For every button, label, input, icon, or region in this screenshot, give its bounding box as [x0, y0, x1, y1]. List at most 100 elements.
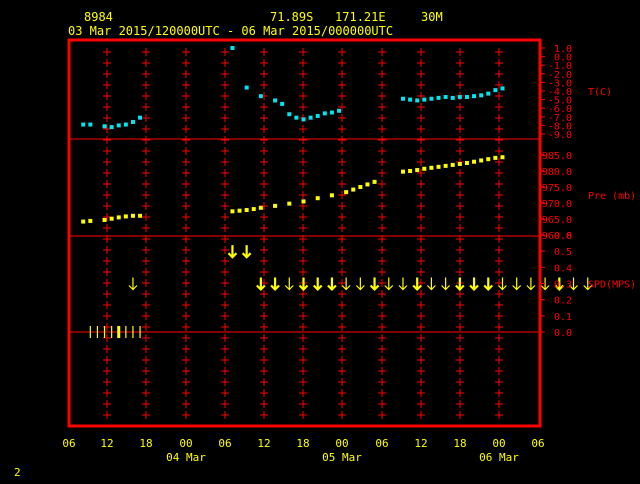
- pressure-point: [138, 213, 143, 218]
- x-tick-label: 06: [531, 437, 544, 450]
- pressure-point: [408, 169, 413, 173]
- x-tick-label: 00: [179, 437, 192, 450]
- plot-frame: [67, 38, 542, 428]
- y-tick-label: 0.0: [554, 328, 572, 339]
- pressure-point: [109, 216, 114, 221]
- temperature-point: [322, 111, 327, 116]
- temperature-point: [109, 125, 114, 130]
- pressure-point: [315, 196, 320, 201]
- x-date-label: 06 Mar: [479, 451, 519, 464]
- temperature-point: [472, 94, 477, 99]
- temperature-point: [273, 98, 278, 103]
- temperature-point: [294, 115, 299, 120]
- pressure-point: [422, 166, 427, 171]
- pressure-point: [436, 164, 441, 169]
- pressure-point: [102, 217, 107, 222]
- pressure-point: [450, 162, 455, 167]
- x-tick-label: 12: [100, 437, 113, 450]
- panel-label-pressure: Pre (mb): [588, 191, 636, 202]
- temperature-point: [116, 123, 121, 128]
- pressure-point: [372, 179, 377, 184]
- y-tick-label: 0.4: [554, 263, 572, 274]
- temperature-point: [450, 95, 455, 100]
- pressure-point: [464, 161, 469, 165]
- y-tick-label: 965.0: [542, 215, 572, 226]
- pressure-point: [443, 163, 448, 168]
- pressure-point: [479, 158, 484, 163]
- time-range: 03 Mar 2015/120000UTC - 06 Mar 2015/0000…: [68, 24, 393, 38]
- temperature-point: [287, 112, 292, 117]
- x-date-label: 05 Mar: [322, 451, 362, 464]
- y-tick-label: 975.0: [542, 183, 572, 194]
- x-tick-label: 18: [296, 437, 309, 450]
- pressure-point: [88, 218, 93, 223]
- temperature-point: [81, 122, 86, 127]
- x-tick-labels: 06 12 18 00 06 12 18 00 06 12 18 00 06 04 Mar 05 Mar 06…: [62, 437, 544, 464]
- pressure-point: [400, 169, 405, 174]
- temperature-point: [258, 94, 263, 99]
- x-tick-label: 06: [375, 437, 388, 450]
- temperature-point: [457, 95, 462, 100]
- y-tick-label: 0.1: [554, 312, 572, 323]
- y-tick-label: 0.6: [554, 231, 572, 242]
- pressure-point: [500, 155, 505, 160]
- pressure-point: [81, 219, 86, 224]
- x-tick-label: 12: [257, 437, 270, 450]
- pressure-point: [351, 187, 356, 192]
- grid-marks: [103, 48, 503, 419]
- temperature-point: [486, 91, 491, 96]
- y-tick-label: 985.0: [542, 151, 572, 162]
- temperature-point: [464, 95, 469, 100]
- station-location: 71.89S 171.21E: [270, 10, 386, 24]
- x-tick-label: 12: [414, 437, 427, 450]
- y-tick-label: 0.2: [554, 296, 572, 307]
- pressure-point: [116, 215, 121, 220]
- pressure-point: [244, 208, 249, 213]
- temperature-point: [443, 95, 448, 100]
- temperature-point: [315, 113, 320, 118]
- pressure-point: [358, 185, 363, 189]
- pressure-point: [237, 208, 242, 213]
- pressure-point: [273, 203, 278, 208]
- pressure-point: [486, 157, 491, 162]
- x-tick-label: 18: [139, 437, 152, 450]
- pressure-point: [123, 214, 128, 219]
- temperature-point: [422, 97, 427, 102]
- pressure-point: [344, 190, 349, 195]
- temperature-point: [500, 86, 505, 91]
- page-number: 2: [14, 466, 21, 479]
- temperature-point: [436, 95, 441, 100]
- temperature-point: [280, 101, 285, 106]
- temperature-point: [337, 108, 342, 113]
- x-tick-label: 18: [453, 437, 466, 450]
- pressure-point: [251, 207, 256, 212]
- temperature-point: [479, 93, 484, 98]
- temperature-point: [301, 117, 306, 122]
- station-level: 30M: [421, 10, 443, 24]
- y-tick-label: 970.0: [542, 199, 572, 210]
- y-tick-labels: 1.00.0-1.0-2.0-3.0-4.0-5.0-6.0-7.0-8.0-9…: [540, 44, 636, 339]
- pressure-point: [301, 199, 306, 204]
- pressure-point: [429, 165, 434, 170]
- temperature-point: [308, 115, 313, 120]
- temperature-point: [138, 115, 143, 120]
- y-tick-label: 0.5: [554, 247, 572, 258]
- x-date-label: 04 Mar: [166, 451, 206, 464]
- temperature-point: [230, 46, 235, 50]
- temperature-point: [244, 85, 249, 90]
- temperature-point: [329, 110, 334, 115]
- pressure-point: [258, 205, 263, 210]
- x-tick-label: 06: [218, 437, 231, 450]
- temperature-point: [415, 98, 420, 103]
- temperature-point: [123, 122, 128, 127]
- temperature-point: [408, 97, 413, 102]
- temperature-point: [130, 119, 135, 124]
- pressure-point: [415, 168, 420, 173]
- panel-label-temperature: T(C): [588, 87, 612, 98]
- y-tick-label: -9.0: [548, 130, 572, 141]
- x-tick-label: 06: [62, 437, 75, 450]
- pressure-point: [287, 201, 292, 206]
- y-tick-label: 980.0: [542, 167, 572, 178]
- pressure-point: [365, 182, 370, 187]
- y-tick-label: 0.3: [554, 280, 572, 291]
